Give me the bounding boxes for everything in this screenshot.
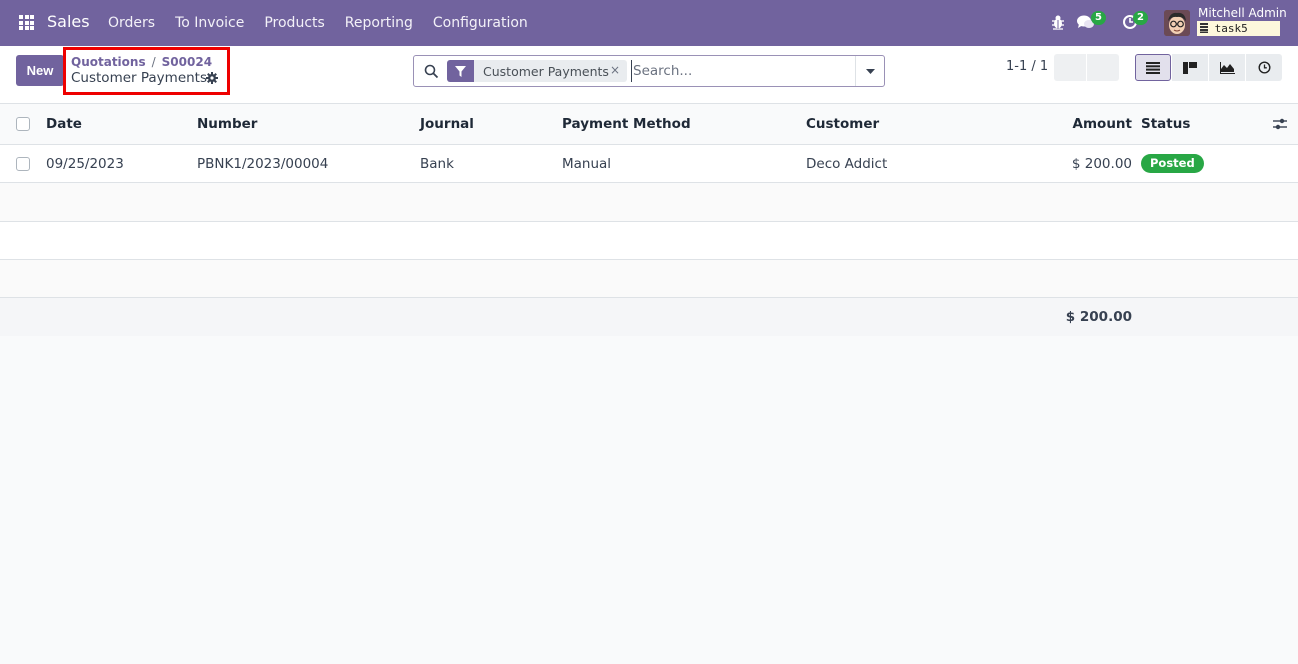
pager-previous-button[interactable]	[1054, 54, 1086, 81]
select-all-checkbox[interactable]	[16, 117, 30, 131]
clock-icon	[1257, 61, 1271, 74]
bug-icon[interactable]	[1051, 14, 1065, 30]
menu-item-configuration[interactable]: Configuration	[423, 15, 538, 31]
filter-icon	[447, 60, 474, 82]
search-options-toggle[interactable]	[855, 56, 884, 86]
breadcrumb-separator: /	[151, 55, 156, 69]
control-panel: New Quotations / S00024 Customer Payments …	[0, 46, 1298, 104]
breadcrumb-order[interactable]: S00024	[162, 55, 212, 69]
top-navbar: Sales Orders To Invoice Products Reporti…	[0, 0, 1298, 46]
kanban-view-icon	[1183, 61, 1197, 74]
row-checkbox[interactable]	[16, 157, 30, 171]
column-header-number[interactable]: Number	[197, 116, 257, 132]
database-icon	[1200, 23, 1208, 33]
view-kanban-button[interactable]	[1172, 54, 1208, 81]
cell-journal: Bank	[420, 156, 454, 172]
column-header-journal[interactable]: Journal	[420, 116, 474, 132]
menu-item-reporting[interactable]: Reporting	[335, 15, 423, 31]
column-header-amount[interactable]: Amount	[1073, 116, 1132, 132]
column-header-date[interactable]: Date	[46, 116, 82, 132]
table-row[interactable]: 09/25/2023 PBNK1/2023/00004 Bank Manual …	[0, 145, 1298, 183]
facet-label: Customer Payments	[483, 63, 609, 79]
cell-date: 09/25/2023	[46, 156, 124, 172]
view-graph-button[interactable]	[1209, 54, 1245, 81]
gear-icon[interactable]	[206, 72, 218, 84]
main-menu: Orders To Invoice Products Reporting Con…	[98, 0, 538, 46]
pager-value[interactable]: 1-1 / 1	[1006, 59, 1048, 74]
empty-row	[0, 222, 1298, 260]
column-header-payment-method[interactable]: Payment Method	[562, 116, 691, 132]
cell-customer: Deco Addict	[806, 156, 888, 172]
table-footer: $ 200.00	[0, 298, 1298, 336]
database-name: task5	[1214, 22, 1248, 35]
search-input[interactable]	[631, 60, 851, 82]
column-header-status[interactable]: Status	[1141, 116, 1190, 132]
cell-amount: $ 200.00	[1071, 156, 1132, 172]
area-chart-icon	[1219, 61, 1235, 74]
search-bar: Customer Payments ×	[413, 55, 885, 87]
breadcrumb: Quotations / S00024	[71, 55, 212, 69]
empty-row	[0, 260, 1298, 298]
view-list-button[interactable]	[1135, 54, 1171, 81]
cell-number: PBNK1/2023/00004	[197, 156, 329, 172]
amount-total: $ 200.00	[1065, 309, 1132, 325]
cell-payment-method: Manual	[562, 156, 612, 172]
database-tag: task5	[1197, 21, 1280, 36]
activities-count-badge: 2	[1133, 11, 1148, 25]
view-activity-button[interactable]	[1246, 54, 1282, 81]
caret-down-icon	[865, 68, 875, 74]
table-header: Date Number Journal Payment Method Custo…	[0, 104, 1298, 145]
optional-columns-icon[interactable]	[1273, 117, 1287, 131]
app-name[interactable]: Sales	[47, 12, 90, 31]
column-header-customer[interactable]: Customer	[806, 116, 879, 132]
facet-remove-icon[interactable]: ×	[610, 63, 620, 77]
status-badge: Posted	[1141, 154, 1204, 173]
search-icon[interactable]	[424, 64, 439, 79]
pager-next-button[interactable]	[1087, 54, 1119, 81]
user-name[interactable]: Mitchell Admin	[1198, 6, 1287, 20]
list-view-icon	[1146, 61, 1160, 74]
breadcrumb-quotations[interactable]: Quotations	[71, 55, 146, 69]
user-avatar[interactable]	[1164, 10, 1190, 36]
page-title: Customer Payments	[71, 70, 208, 86]
menu-item-orders[interactable]: Orders	[98, 15, 165, 31]
messages-count-badge: 5	[1091, 11, 1106, 25]
menu-item-to-invoice[interactable]: To Invoice	[165, 15, 254, 31]
empty-row	[0, 184, 1298, 222]
new-button[interactable]: New	[16, 55, 64, 86]
search-facet: Customer Payments ×	[447, 60, 627, 82]
menu-item-products[interactable]: Products	[254, 15, 334, 31]
apps-grid-icon[interactable]	[19, 15, 34, 30]
